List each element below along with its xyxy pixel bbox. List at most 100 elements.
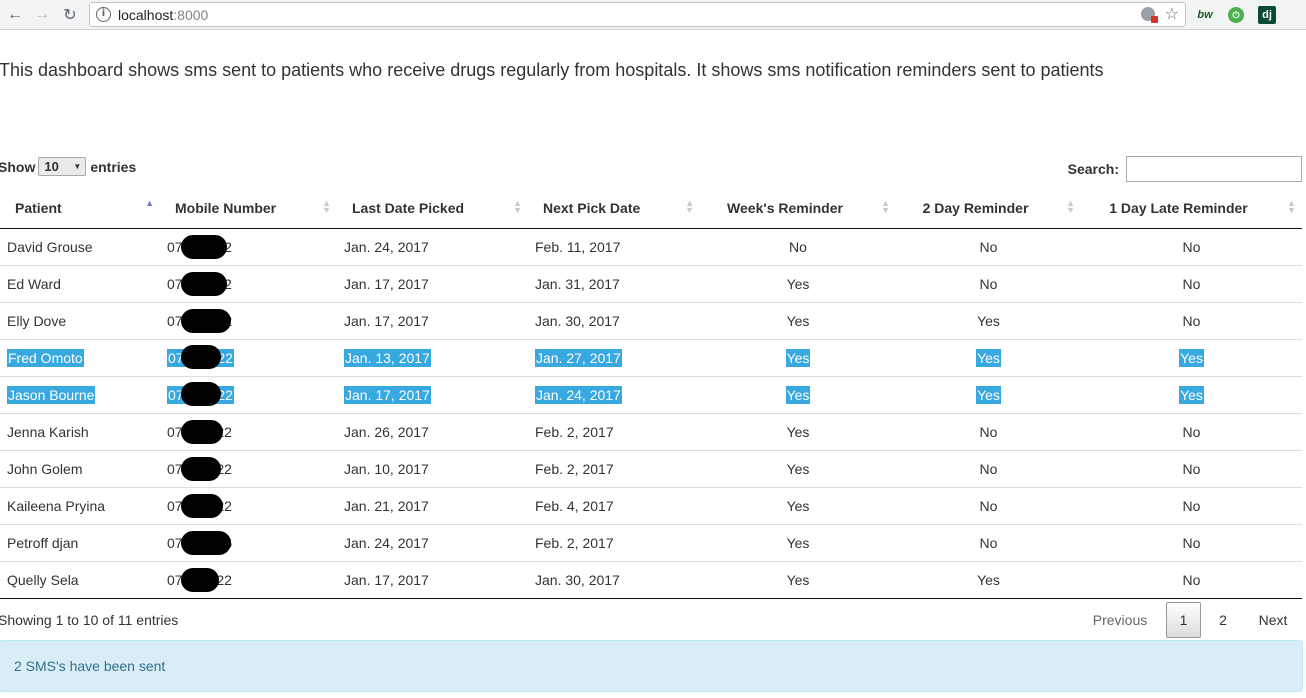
two-day-reminder-cell: No <box>896 486 1081 524</box>
search-control: Search: <box>1068 156 1302 182</box>
masked-phone-number: 07122 <box>167 234 232 259</box>
table-row[interactable]: Jenna Karish 07122 Jan. 26, 2017 Feb. 2, 20… <box>0 412 1302 450</box>
last-date-cell-text: Jan. 13, 2017 <box>344 348 431 367</box>
table-row[interactable]: Fred Omoto 07 122 Jan. 13, 2017 Jan. 27, 201… <box>0 338 1302 376</box>
patient-cell-text: Quelly Sela <box>7 571 79 588</box>
page-2-button[interactable]: 2 <box>1206 602 1240 638</box>
url-text[interactable]: localhost:8000 <box>118 7 208 23</box>
week-reminder-cell: Yes <box>700 338 896 376</box>
next-date-cell-text: Jan. 30, 2017 <box>535 571 620 588</box>
late-reminder-cell: No <box>1081 228 1302 265</box>
page-1-button[interactable]: 1 <box>1166 602 1201 638</box>
extension-power-icon[interactable]: ⏻ <box>1228 7 1244 23</box>
late-reminder-cell-text: Yes <box>1179 348 1204 367</box>
next-date-cell-text: Jan. 30, 2017 <box>535 312 620 329</box>
address-bar[interactable]: i localhost:8000 ☆ <box>89 2 1186 27</box>
week-reminder-cell: Yes <box>700 523 896 561</box>
week-reminder-cell-text: Yes <box>786 571 810 588</box>
last-date-cell: Jan. 26, 2017 <box>337 412 528 450</box>
next-date-cell-text: Feb. 2, 2017 <box>535 460 614 477</box>
search-input[interactable] <box>1126 156 1302 182</box>
sort-icon: ▲▼ <box>145 198 154 208</box>
week-reminder-cell: Yes <box>700 412 896 450</box>
table-row[interactable]: Quelly Sela 07 122 Jan. 17, 2017 Jan. 30, 20… <box>0 560 1302 599</box>
last-date-cell: Jan. 17, 2017 <box>337 301 528 339</box>
next-date-cell-text: Jan. 24, 2017 <box>535 385 622 404</box>
week-reminder-cell: Yes <box>700 301 896 339</box>
two-day-reminder-cell: Yes <box>896 375 1081 413</box>
table-row[interactable]: Kaileena Pryina 07122 Jan. 21, 2017 Feb. 4,… <box>0 486 1302 524</box>
table-info: Showing 1 to 10 of 11 entries <box>0 612 179 628</box>
table-row[interactable]: Petroff djan 0766 Jan. 24, 2017 Feb. 2, 201… <box>0 523 1302 561</box>
two-day-reminder-cell: No <box>896 412 1081 450</box>
week-reminder-cell-text: Yes <box>786 275 810 292</box>
next-date-cell: Feb. 11, 2017 <box>528 228 700 265</box>
search-label: Search: <box>1067 161 1119 177</box>
forward-arrow-icon[interactable]: → <box>31 4 53 26</box>
column-header-patient[interactable]: Patient▲▼ <box>0 188 160 229</box>
table-row[interactable]: John Golem 07122 Jan. 10, 2017 Feb. 2, 2017… <box>0 449 1302 487</box>
column-header-late-reminder[interactable]: 1 Day Late Reminder ▲ ▼ <box>1081 188 1302 229</box>
patient-cell: Petroff djan <box>0 523 160 561</box>
entries-select-value: 10 <box>44 159 59 174</box>
column-header-next-date[interactable]: Next Pick Date ▲ ▼ <box>528 188 700 229</box>
last-date-cell: Jan. 10, 2017 <box>337 449 528 487</box>
patient-cell-text: Jenna Karish <box>7 423 89 440</box>
mobile-cell: 07122 <box>160 338 337 376</box>
masked-phone-number: 07122 <box>167 493 232 518</box>
page-intro: This dashboard shows sms sent to patient… <box>0 60 1104 80</box>
two-day-reminder-cell: Yes <box>896 560 1081 599</box>
table-row[interactable]: David Grouse 07122 Jan. 24, 2017 Feb. 11, 2… <box>0 228 1302 265</box>
extension-dj-icon[interactable]: dj <box>1258 6 1276 24</box>
two-day-reminder-cell-text: Yes <box>977 312 1000 329</box>
patient-cell: Elly Dove <box>0 301 160 339</box>
patient-cell-text: Petroff djan <box>7 534 79 551</box>
entries-label: entries <box>90 158 137 175</box>
late-reminder-cell: Yes <box>1081 338 1302 376</box>
patient-cell: Ed Ward <box>0 264 160 302</box>
sort-icon: ▲▼ <box>513 198 522 215</box>
show-label: Show <box>0 158 36 175</box>
blocked-content-icon[interactable] <box>1141 7 1158 23</box>
column-header-week-reminder[interactable]: Week's Reminder ▲ ▼ <box>700 188 896 229</box>
last-date-cell-text: Jan. 17, 2017 <box>344 312 429 329</box>
sms-sent-alert: 2 SMS's have been sent <box>0 640 1303 692</box>
info-icon[interactable]: i <box>96 7 111 22</box>
next-date-cell: Jan. 30, 2017 <box>528 560 700 599</box>
reload-icon[interactable]: ↻ <box>59 4 81 26</box>
redaction-mark <box>181 456 221 481</box>
table-row[interactable]: Elly Dove 0722 Jan. 17, 2017 Jan. 30, 2017 Y… <box>0 301 1302 339</box>
masked-phone-number: 07122 <box>167 567 232 592</box>
next-date-cell: Feb. 2, 2017 <box>528 412 700 450</box>
column-header-last-date[interactable]: Last Date Picked ▲ ▼ <box>337 188 528 229</box>
week-reminder-cell: Yes <box>700 560 896 599</box>
late-reminder-cell-text: No <box>1182 423 1201 440</box>
entries-select[interactable]: 10 ▼ <box>38 157 87 176</box>
star-icon[interactable]: ☆ <box>1165 4 1179 23</box>
sms-table: Patient▲▼ Mobile Number▲▼ Last Date Pick… <box>0 188 1302 599</box>
table-row[interactable]: Jason Bourne 07 122 Jan. 17, 2017 Jan. 24, 2… <box>0 375 1302 413</box>
next-date-cell-text: Feb. 4, 2017 <box>535 497 614 514</box>
late-reminder-cell: No <box>1081 486 1302 524</box>
two-day-reminder-cell: Yes <box>896 301 1081 339</box>
redaction-mark <box>181 530 231 555</box>
two-day-reminder-cell: Yes <box>896 338 1081 376</box>
previous-page-button[interactable]: Previous <box>1084 602 1156 638</box>
sort-icon: ▲▼ <box>685 198 694 215</box>
column-header-2day-reminder[interactable]: 2 Day Reminder ▲ ▼ <box>896 188 1081 229</box>
next-page-button[interactable]: Next <box>1250 602 1296 638</box>
extension-bw-icon[interactable]: bw <box>1195 6 1215 24</box>
back-arrow-icon[interactable]: ← <box>4 4 26 26</box>
patient-cell-text: John Golem <box>7 460 83 477</box>
table-row[interactable]: Ed Ward 07122 Jan. 17, 2017 Jan. 31, 2017 Ye… <box>0 264 1302 302</box>
two-day-reminder-cell: No <box>896 264 1081 302</box>
column-header-mobile[interactable]: Mobile Number ▲ ▼ <box>160 188 337 229</box>
next-date-cell: Jan. 27, 2017 <box>528 338 700 376</box>
masked-phone-number: 07122 <box>167 344 234 369</box>
last-date-cell-text: Jan. 21, 2017 <box>344 497 429 514</box>
masked-phone-number: 07122 <box>167 381 234 406</box>
patient-cell-text: Elly Dove <box>7 312 67 329</box>
masked-phone-number: 0766 <box>167 530 232 555</box>
masked-phone-number: 07122 <box>167 456 232 481</box>
redaction-mark <box>181 381 221 406</box>
